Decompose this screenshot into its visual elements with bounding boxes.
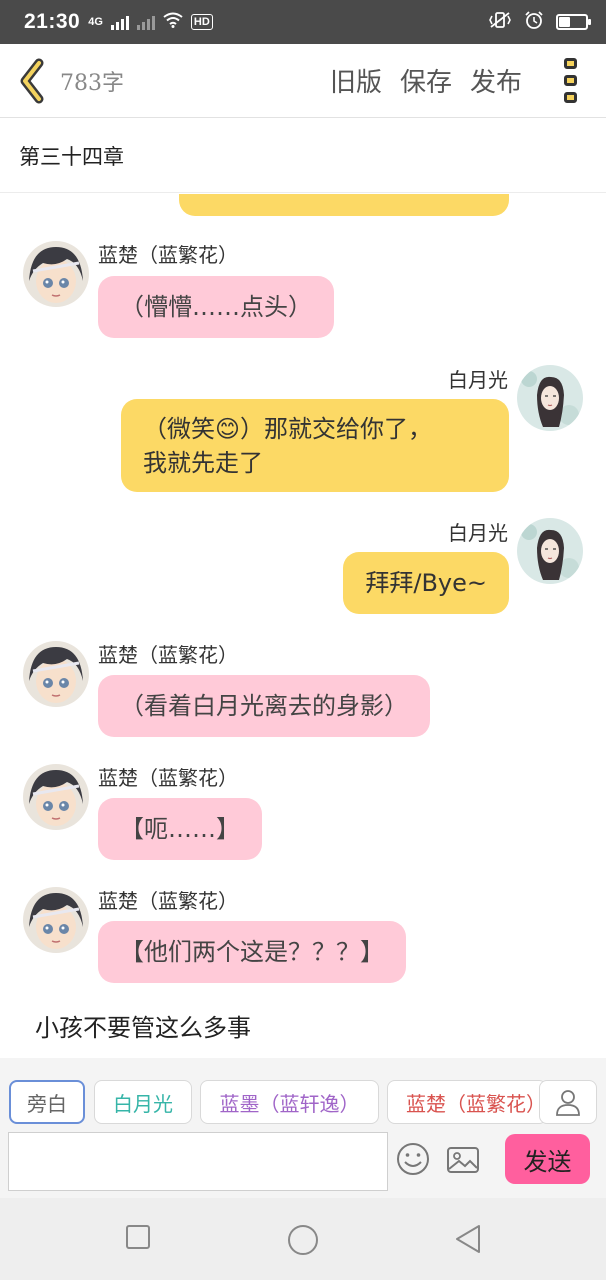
- avatar-baiyueguang[interactable]: [517, 518, 583, 584]
- avatar-baiyueguang[interactable]: [517, 365, 583, 431]
- message-text: （懵懵……点头）: [120, 293, 312, 321]
- role-chip-lanchu[interactable]: 蓝楚（蓝繁花）: [387, 1080, 547, 1124]
- message-text: （看着白月光离去的身影）: [120, 692, 408, 720]
- role-chip-lanmo[interactable]: 蓝墨（蓝轩逸）: [200, 1080, 379, 1124]
- message-text: 【他们两个这是？？？】: [120, 938, 384, 966]
- message-bubble[interactable]: （微笑😊）那就交给你了， 我就先走了: [121, 399, 509, 492]
- menu-dot-icon: [563, 58, 577, 69]
- hd-icon: HD: [190, 14, 213, 30]
- menu-dot-icon: [563, 75, 577, 86]
- wifi-icon: [163, 12, 183, 33]
- speaker-name: 蓝楚（蓝繁花）: [98, 643, 238, 667]
- speaker-name: 白月光: [448, 368, 508, 392]
- message-text-line: 我就先走了: [143, 448, 263, 477]
- emoji-button[interactable]: [396, 1142, 430, 1176]
- chevron-left-icon: [20, 58, 44, 103]
- role-chip-baiyueguang[interactable]: 白月光: [94, 1080, 192, 1124]
- role-selector: 旁白 白月光 蓝墨（蓝轩逸） 蓝楚（蓝繁花）: [0, 1058, 606, 1128]
- system-nav-bar: [0, 1198, 606, 1280]
- menu-dot-icon: [563, 92, 577, 103]
- back-button[interactable]: [4, 44, 60, 118]
- speaker-name: 蓝楚（蓝繁花）: [98, 766, 238, 790]
- message-bubble[interactable]: （懵懵……点头）: [98, 276, 334, 338]
- message-bubble[interactable]: 【呃……】: [98, 798, 262, 860]
- avatar-lanchu[interactable]: [23, 241, 89, 307]
- avatar-lanchu[interactable]: [23, 641, 89, 707]
- role-manage-button[interactable]: [539, 1080, 597, 1124]
- role-label: 白月光: [113, 1091, 173, 1116]
- narration-text[interactable]: 小孩不要管这么多事: [35, 1008, 251, 1043]
- speaker-name: 白月光: [448, 521, 508, 545]
- speaker-name: 蓝楚（蓝繁花）: [98, 889, 238, 913]
- signal-icon: [110, 14, 129, 30]
- more-menu-button[interactable]: [546, 51, 594, 111]
- editor-toolbar: 783字 旧版 保存 发布: [0, 44, 606, 118]
- message-text: 【呃……】: [120, 815, 240, 843]
- word-count: 783字: [60, 70, 124, 96]
- message-bubble[interactable]: 【他们两个这是？？？】: [98, 921, 406, 983]
- role-label: 蓝楚（蓝繁花）: [406, 1091, 546, 1116]
- avatar-lanchu[interactable]: [23, 764, 89, 830]
- old-version-button[interactable]: 旧版: [330, 62, 382, 99]
- speaker-name: 蓝楚（蓝繁花）: [98, 243, 238, 267]
- home-icon[interactable]: [287, 1224, 319, 1256]
- save-button[interactable]: 保存: [400, 62, 452, 99]
- status-bar: 21:30 4G HD: [0, 0, 606, 44]
- smiley-icon: [397, 1143, 429, 1175]
- recents-icon[interactable]: [125, 1224, 151, 1250]
- status-time: 21:30: [24, 10, 81, 33]
- signal-2-icon: [136, 14, 155, 30]
- battery-icon: [556, 14, 591, 30]
- back-nav-icon[interactable]: [454, 1224, 482, 1254]
- message-text: 拜拜/Bye~: [365, 569, 487, 597]
- role-chip-narrator[interactable]: 旁白: [9, 1080, 85, 1124]
- role-label: 旁白: [27, 1091, 67, 1116]
- input-row: 发送: [0, 1128, 606, 1198]
- alarm-icon: [524, 10, 544, 35]
- network-type: 4G: [88, 16, 103, 28]
- role-label: 蓝墨（蓝轩逸）: [219, 1091, 360, 1116]
- chapter-title[interactable]: 第三十四章: [0, 119, 606, 193]
- publish-button[interactable]: 发布: [470, 62, 522, 99]
- image-icon: [447, 1147, 479, 1173]
- send-button[interactable]: 发送: [505, 1134, 590, 1184]
- message-bubble[interactable]: （看着白月光离去的身影）: [98, 675, 430, 737]
- image-button[interactable]: [446, 1146, 480, 1174]
- message-bubble-partial[interactable]: [179, 194, 509, 216]
- avatar-lanchu[interactable]: [23, 887, 89, 953]
- message-bubble[interactable]: 拜拜/Bye~: [343, 552, 509, 614]
- message-input[interactable]: [8, 1132, 388, 1191]
- person-icon: [556, 1090, 580, 1116]
- chat-area[interactable]: 蓝楚（蓝繁花） （懵懵……点头） 白月光 （微笑😊）那就交给你了， 我就先走了 …: [0, 194, 606, 1056]
- vibrate-icon: [488, 11, 512, 34]
- message-text-line: （微笑😊）那就交给你了，: [143, 414, 433, 443]
